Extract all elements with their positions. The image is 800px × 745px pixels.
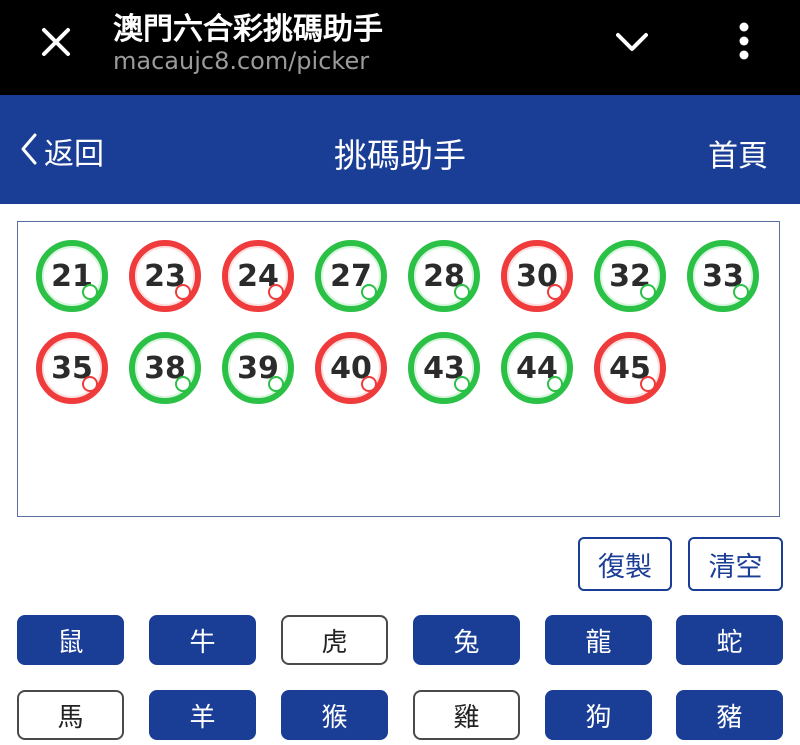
number-ball[interactable]: 28 <box>408 240 480 312</box>
zodiac-button[interactable]: 鼠 <box>17 615 124 665</box>
number-ball[interactable]: 23 <box>129 240 201 312</box>
zodiac-button[interactable]: 馬 <box>17 690 124 740</box>
zodiac-button[interactable]: 豬 <box>676 690 783 740</box>
ball-shine-icon <box>270 286 282 298</box>
copy-button[interactable]: 復製 <box>578 537 672 591</box>
ball-shine-icon <box>363 378 375 390</box>
ball-shine-icon <box>456 286 468 298</box>
number-ball[interactable]: 27 <box>315 240 387 312</box>
ball-shine-icon <box>642 286 654 298</box>
ball-shine-icon <box>735 286 747 298</box>
selected-numbers-panel: 21 23 24 27 28 30 32 33 35 38 39 40 43 44 45 <box>17 221 780 517</box>
number-ball[interactable]: 33 <box>687 240 759 312</box>
page-title: 挑碼助手 <box>334 136 466 175</box>
number-ball[interactable]: 39 <box>222 332 294 404</box>
chevron-down-icon[interactable] <box>610 22 654 62</box>
number-ball[interactable]: 21 <box>36 240 108 312</box>
close-icon[interactable] <box>34 20 78 64</box>
ball-shine-icon <box>549 286 561 298</box>
number-ball[interactable]: 24 <box>222 240 294 312</box>
number-ball[interactable]: 45 <box>594 332 666 404</box>
number-ball[interactable]: 32 <box>594 240 666 312</box>
zodiac-button[interactable]: 雞 <box>413 690 520 740</box>
browser-page-title: 澳門六合彩挑碼助手 <box>113 12 383 47</box>
more-vertical-icon[interactable] <box>722 16 766 66</box>
zodiac-button[interactable]: 狗 <box>545 690 652 740</box>
zodiac-button[interactable]: 羊 <box>149 690 256 740</box>
ball-shine-icon <box>642 378 654 390</box>
chevron-left-icon <box>20 132 38 170</box>
ball-shine-icon <box>84 378 96 390</box>
ball-shine-icon <box>270 378 282 390</box>
zodiac-button[interactable]: 猴 <box>281 690 388 740</box>
clear-button[interactable]: 清空 <box>688 537 783 591</box>
ball-shine-icon <box>456 378 468 390</box>
browser-url[interactable]: macaujc8.com/picker <box>113 47 369 75</box>
number-ball[interactable]: 40 <box>315 332 387 404</box>
ball-shine-icon <box>177 378 189 390</box>
number-ball[interactable]: 44 <box>501 332 573 404</box>
number-ball[interactable]: 38 <box>129 332 201 404</box>
number-ball[interactable]: 43 <box>408 332 480 404</box>
zodiac-button[interactable]: 虎 <box>281 615 388 665</box>
app-header: 返回 挑碼助手 首頁 <box>0 95 800 204</box>
zodiac-button[interactable]: 牛 <box>149 615 256 665</box>
ball-shine-icon <box>549 378 561 390</box>
number-ball[interactable]: 35 <box>36 332 108 404</box>
home-button[interactable]: 首頁 <box>708 131 768 175</box>
ball-shine-icon <box>84 286 96 298</box>
zodiac-button[interactable]: 龍 <box>545 615 652 665</box>
ball-shine-icon <box>363 286 375 298</box>
back-button[interactable]: 返回 <box>20 131 104 172</box>
zodiac-button[interactable]: 蛇 <box>676 615 783 665</box>
zodiac-button[interactable]: 兔 <box>413 615 520 665</box>
ball-list: 21 23 24 27 28 30 32 33 35 38 39 40 43 44 45 <box>36 240 776 404</box>
ball-shine-icon <box>177 286 189 298</box>
number-ball[interactable]: 30 <box>501 240 573 312</box>
browser-toolbar: 澳門六合彩挑碼助手 macaujc8.com/picker <box>0 0 800 95</box>
back-label: 返回 <box>44 137 104 172</box>
